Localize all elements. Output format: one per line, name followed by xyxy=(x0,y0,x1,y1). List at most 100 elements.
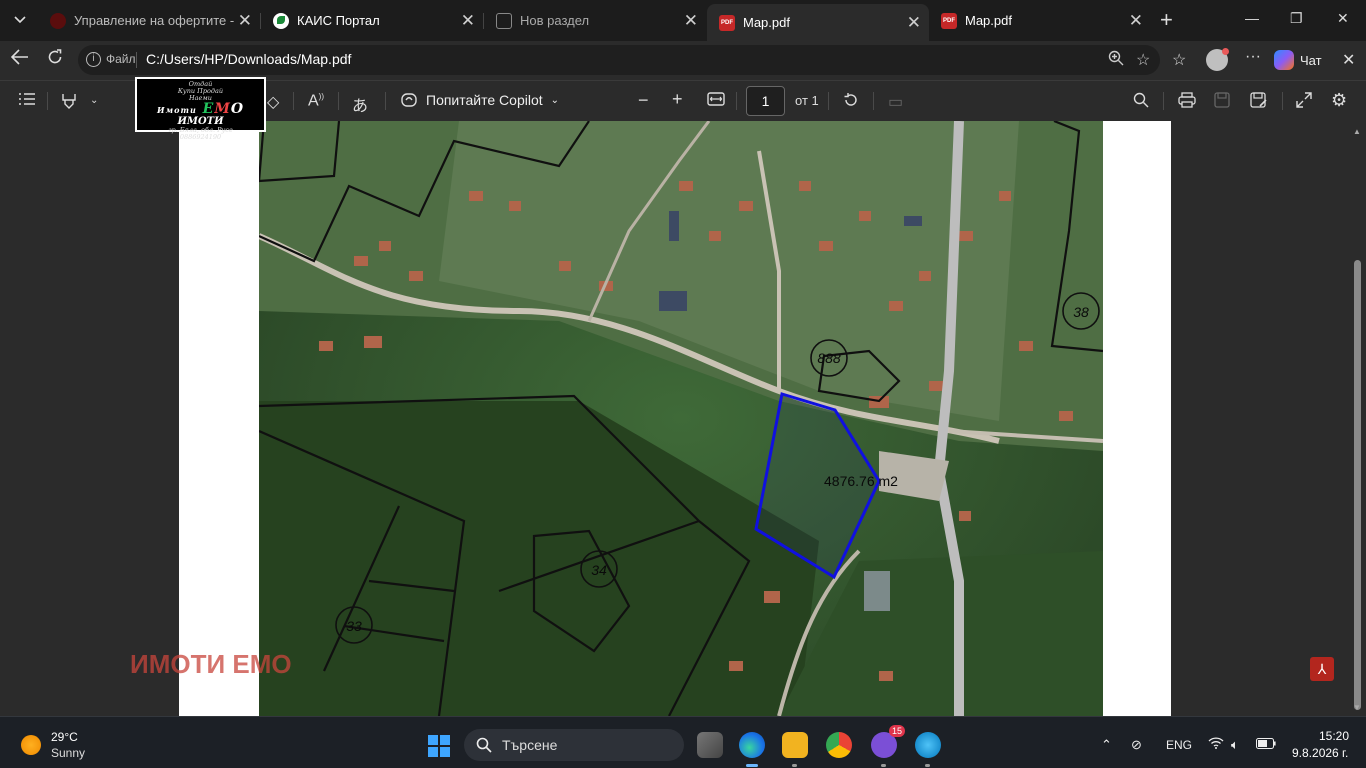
wifi-icon[interactable] xyxy=(1208,737,1224,752)
pdf-page: 888 38 34 33 4876.76 m2 xyxy=(179,121,1171,716)
tab-strip: Управление на офертите - ✕ КАИС Портал ✕… xyxy=(0,0,1366,41)
favorites-icon[interactable]: ☆ xyxy=(1172,50,1186,70)
settings-gear-icon[interactable]: ⚙ xyxy=(1331,90,1347,111)
clock-date[interactable]: 9.8.2026 г. xyxy=(1292,746,1348,760)
logo-phone: 0886924190 xyxy=(179,133,222,141)
tab-offers[interactable]: Управление на офертите - ✕ xyxy=(38,4,261,37)
tab-title: Map.pdf xyxy=(965,13,1012,28)
ask-copilot-button[interactable]: Попитайте Copilot ⌄ xyxy=(400,91,559,109)
page-number-input[interactable]: 1 xyxy=(746,86,785,116)
close-sidebar-icon[interactable]: ✕ xyxy=(1342,50,1355,70)
zoom-out-icon[interactable]: − xyxy=(638,90,649,111)
logo-brand: Имоти ЕМО xyxy=(156,101,245,117)
restore-icon[interactable]: ❐ xyxy=(1290,10,1303,27)
cadastral-map-svg: 888 38 34 33 4876.76 m2 xyxy=(259,121,1103,716)
read-aloud-icon[interactable]: A)) xyxy=(308,92,324,110)
omnibox[interactable]: i Файл C:/Users/HP/Downloads/Map.pdf ☆ xyxy=(78,45,1160,75)
imoti-emo-logo: Отдай Купи Продай Наеми Имоти ЕМО ИМОТИ … xyxy=(135,77,266,141)
sun-weather-icon[interactable] xyxy=(21,735,41,755)
minimize-icon[interactable]: — xyxy=(1245,10,1259,26)
search-icon[interactable] xyxy=(1133,92,1149,113)
fullscreen-icon[interactable] xyxy=(1296,92,1312,113)
tab-title: Map.pdf xyxy=(743,15,790,30)
highlight-icon[interactable] xyxy=(60,92,78,115)
vertical-scrollbar[interactable]: ▲ ▼ xyxy=(1349,121,1366,716)
acrobat-pdf-icon[interactable]: ⅄ xyxy=(1310,657,1334,681)
weather-temperature[interactable]: 29°C xyxy=(51,730,78,744)
app-globe-icon[interactable] xyxy=(915,732,941,767)
file-explorer-icon[interactable] xyxy=(782,732,808,767)
pdf-favicon-icon: PDF xyxy=(719,14,735,31)
parcel-label-33: 33 xyxy=(346,618,362,634)
profile-avatar[interactable] xyxy=(1206,48,1229,71)
search-icon xyxy=(476,737,492,753)
info-icon[interactable]: i xyxy=(86,52,101,67)
new-tab-plus-icon[interactable]: + xyxy=(1160,9,1173,31)
page-view-icon[interactable]: ▭ xyxy=(888,92,903,112)
page-count-label: от 1 xyxy=(795,93,819,108)
scheme-label: Файл xyxy=(106,52,136,66)
copilot-chat-button[interactable]: Чат xyxy=(1274,47,1322,73)
translate-icon[interactable]: あ xyxy=(352,92,368,116)
imoti-emo-watermark: ИМОТИ ЕМО xyxy=(130,649,292,679)
tab-map-pdf[interactable]: PDF Map.pdf ✕ xyxy=(929,4,1151,37)
language-indicator[interactable]: ENG xyxy=(1166,738,1192,752)
back-arrow-icon[interactable] xyxy=(10,49,29,70)
satellite-map: 888 38 34 33 4876.76 m2 xyxy=(259,121,1103,716)
close-tab-icon[interactable]: ✕ xyxy=(907,13,921,33)
zoom-in-icon[interactable]: + xyxy=(672,89,683,110)
pdf-viewer-area: 888 38 34 33 4876.76 m2 ИМОТИ ЕМО ⅄ ▲ ▼ xyxy=(0,121,1366,716)
save-icon[interactable] xyxy=(1214,92,1230,113)
volume-icon[interactable]: 🔈︎ xyxy=(1231,737,1239,753)
viber-notification-badge: 15 xyxy=(888,725,905,737)
search-placeholder: Търсене xyxy=(502,737,558,753)
parcel-area-label: 4876.76 m2 xyxy=(824,473,898,489)
tab-title: Управление на офертите - xyxy=(74,13,235,28)
print-icon[interactable] xyxy=(1178,92,1196,113)
network-off-icon[interactable]: ⊘ xyxy=(1131,737,1142,753)
copilot-logo-icon xyxy=(1274,50,1294,70)
chevron-down-icon xyxy=(14,16,26,24)
more-menu-icon[interactable]: ··· xyxy=(1245,48,1261,66)
contents-list-icon[interactable] xyxy=(18,92,36,111)
show-hidden-icons-chevron-icon[interactable]: ⌃ xyxy=(1101,737,1112,753)
save-as-icon[interactable] xyxy=(1250,92,1268,113)
scroll-thumb[interactable] xyxy=(1354,260,1361,710)
tab-kais-portal[interactable]: КАИС Портал ✕ xyxy=(261,4,484,37)
rotate-icon[interactable] xyxy=(843,92,859,113)
chevron-down-icon: ⌄ xyxy=(550,94,560,106)
fit-to-width-icon[interactable] xyxy=(707,92,725,111)
parcel-label-888: 888 xyxy=(817,350,841,366)
zoom-icon[interactable] xyxy=(1108,50,1124,71)
scroll-down-icon[interactable]: ▼ xyxy=(1353,703,1361,712)
tab-actions-menu-button[interactable] xyxy=(6,7,34,33)
battery-icon[interactable] xyxy=(1256,737,1276,752)
address-bar-row: i Файл C:/Users/HP/Downloads/Map.pdf ☆ ☆… xyxy=(0,41,1366,80)
weather-description[interactable]: Sunny xyxy=(51,746,85,760)
close-tab-icon[interactable]: ✕ xyxy=(684,11,698,31)
clock-time[interactable]: 15:20 xyxy=(1319,729,1349,743)
tab-map-pdf-active[interactable]: PDF Map.pdf ✕ xyxy=(707,4,929,41)
viber-icon[interactable]: 15 xyxy=(871,725,905,767)
windows-start-icon[interactable] xyxy=(428,735,450,757)
edge-browser-icon[interactable] xyxy=(739,732,765,767)
url-text[interactable]: C:/Users/HP/Downloads/Map.pdf xyxy=(146,51,351,67)
eraser-icon[interactable]: ◇ xyxy=(267,92,279,112)
close-tab-icon[interactable]: ✕ xyxy=(238,11,252,31)
page-favicon-icon xyxy=(496,12,512,29)
highlight-dropdown-icon[interactable]: ⌄ xyxy=(90,95,98,106)
chat-label: Чат xyxy=(1300,52,1322,68)
tab-new[interactable]: Нов раздел ✕ xyxy=(484,4,706,37)
taskbar-search[interactable]: Търсене xyxy=(464,729,684,761)
favorite-star-icon[interactable]: ☆ xyxy=(1136,50,1150,70)
close-window-icon[interactable]: ✕ xyxy=(1337,10,1349,27)
task-view-icon[interactable] xyxy=(697,732,723,758)
scroll-up-icon[interactable]: ▲ xyxy=(1353,127,1361,136)
refresh-icon[interactable] xyxy=(47,49,63,70)
chrome-icon[interactable] xyxy=(826,732,852,758)
parcel-label-34: 34 xyxy=(591,562,607,578)
close-tab-icon[interactable]: ✕ xyxy=(461,11,475,31)
tab-title: Нов раздел xyxy=(520,13,590,28)
windows-taskbar: 29°C Sunny Търсене 15 ⌃ ⊘ ENG 🔈︎ 15:20 9… xyxy=(0,716,1366,768)
close-tab-icon[interactable]: ✕ xyxy=(1129,11,1143,31)
